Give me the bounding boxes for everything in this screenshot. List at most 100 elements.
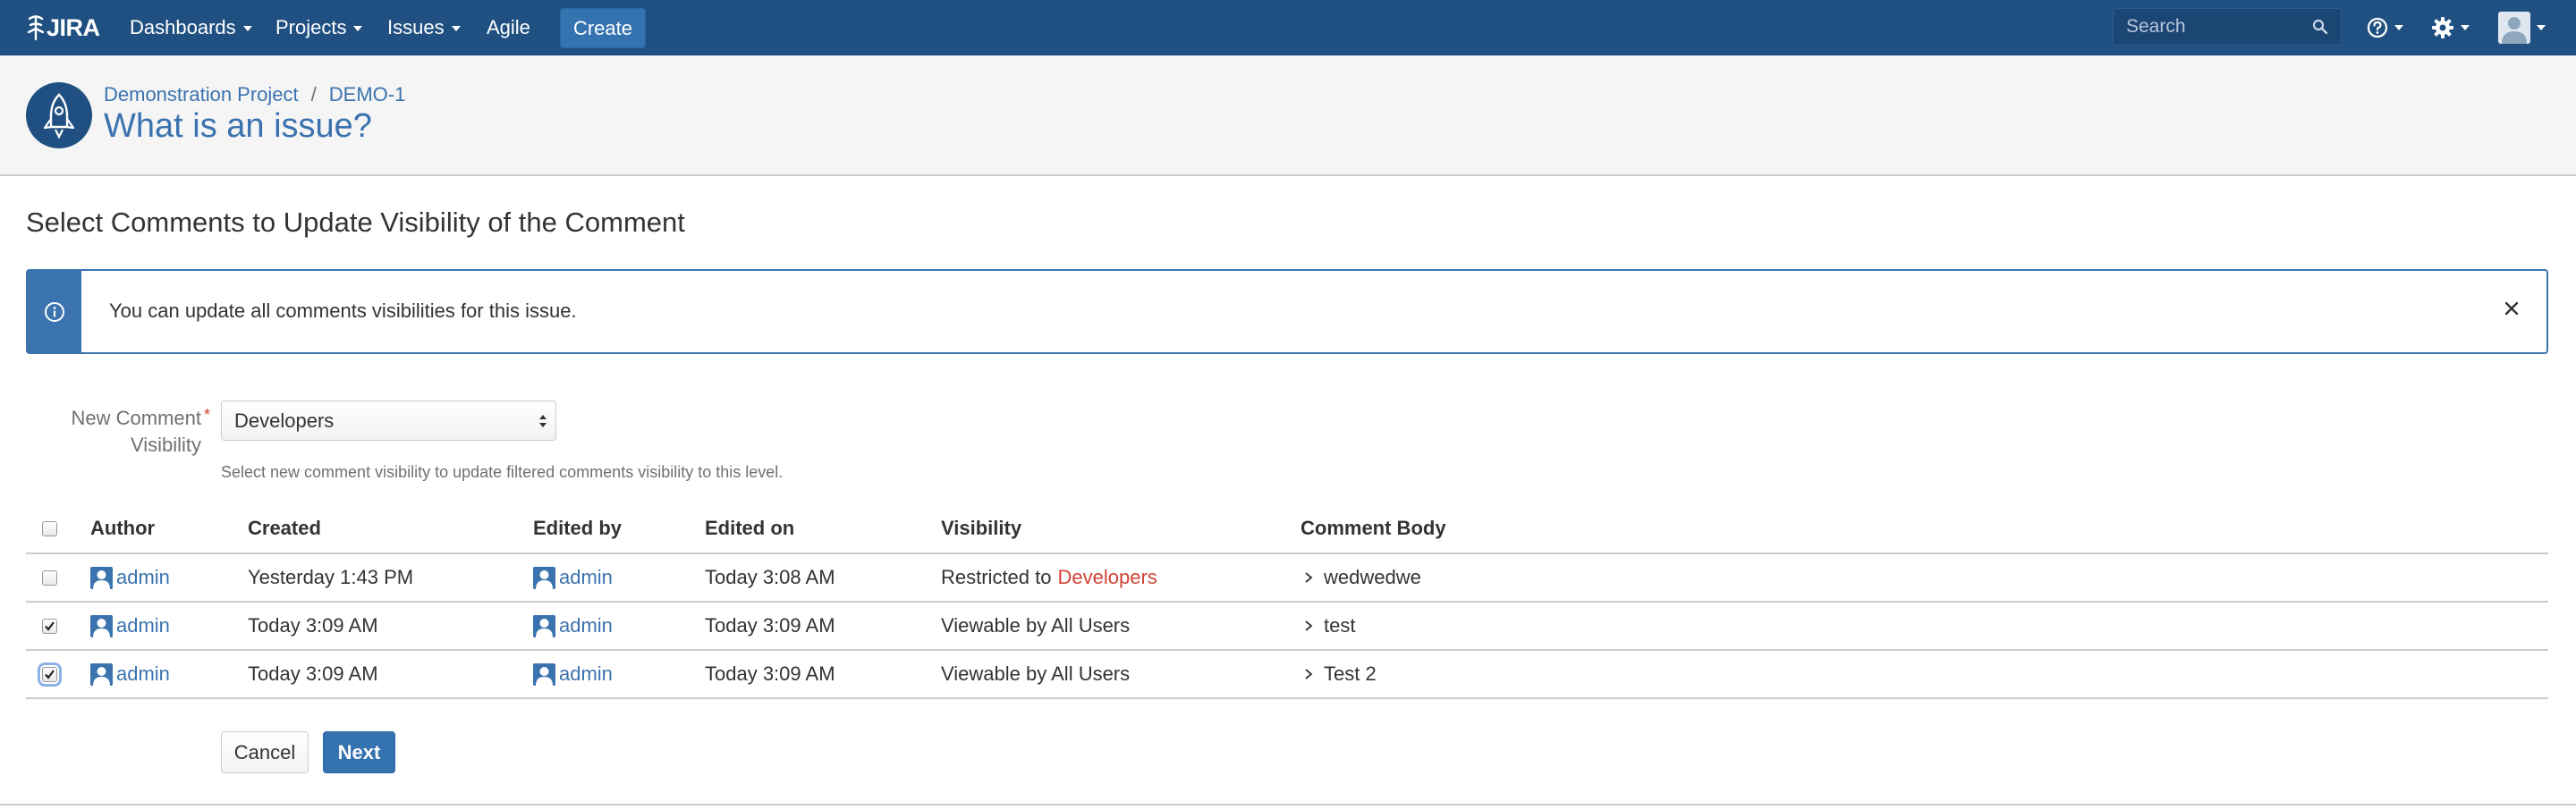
info-message-bar <box>28 271 81 352</box>
author-name: admin <box>116 614 170 637</box>
column-header-created[interactable]: Created <box>248 504 321 553</box>
next-button-label: Next <box>337 740 381 764</box>
search-box <box>2113 8 2342 46</box>
created-cell: Today 3:09 AM <box>248 614 378 637</box>
comment-body-cell: wedwedwe <box>1304 554 1421 601</box>
author-link[interactable]: admin <box>90 566 170 589</box>
column-header-comment-body[interactable]: Comment Body <box>1301 504 1446 553</box>
chevron-down-icon <box>2461 25 2470 30</box>
created-cell: Yesterday 1:43 PM <box>248 566 414 588</box>
nav-agile-label: Agile <box>487 16 530 38</box>
chevron-down-icon <box>242 26 252 31</box>
nav-projects-menu[interactable]: Projects <box>275 0 363 55</box>
cancel-button[interactable]: Cancel <box>221 731 309 773</box>
edited-by-link[interactable]: admin <box>533 662 613 686</box>
user-avatar-icon <box>90 614 113 637</box>
project-avatar[interactable] <box>26 82 92 148</box>
row-select-cell <box>42 554 57 601</box>
row-checkbox[interactable] <box>42 618 57 634</box>
chevron-down-icon <box>2537 25 2546 30</box>
section-title: Select Comments to Update Visibility of … <box>26 207 685 238</box>
comment-body-text: Test 2 <box>1324 662 1377 685</box>
help-icon <box>2367 17 2388 38</box>
settings-menu[interactable] <box>2431 0 2470 55</box>
edited-by-name: admin <box>559 662 613 685</box>
visibility-select[interactable]: Developers <box>221 401 556 441</box>
author-cell: admin <box>90 603 170 649</box>
table-header-row: Author Created Edited by Edited on Visib… <box>26 504 2548 554</box>
create-button[interactable]: Create <box>560 8 646 48</box>
cancel-button-label: Cancel <box>233 740 296 764</box>
user-profile-menu[interactable] <box>2498 0 2546 55</box>
row-select-cell <box>42 603 57 649</box>
table-row: admin Yesterday 1:43 PM admin Today 3:08… <box>26 554 2548 603</box>
breadcrumb-issue-link[interactable]: DEMO-1 <box>329 83 406 106</box>
chevron-right-icon[interactable] <box>1304 668 1313 680</box>
user-avatar-icon <box>533 614 555 637</box>
column-header-edited-on[interactable]: Edited on <box>705 504 794 553</box>
edited-on-cell: Today 3:09 AM <box>705 614 835 637</box>
gear-icon <box>2432 17 2453 38</box>
edited-by-link[interactable]: admin <box>533 566 613 589</box>
author-name: admin <box>116 566 170 588</box>
visibility-cell: Viewable by All Users <box>941 651 1130 697</box>
close-icon[interactable] <box>2504 300 2520 316</box>
rocket-icon <box>43 93 75 139</box>
checkmark-icon <box>45 669 55 679</box>
jira-logo-text: JIRA <box>47 13 100 41</box>
user-avatar-icon <box>533 566 555 589</box>
author-link[interactable]: admin <box>90 662 170 686</box>
info-icon <box>45 301 64 322</box>
visibility-cell: Restricted to Developers <box>941 554 1157 601</box>
nav-projects-label: Projects <box>275 16 347 38</box>
top-navigation-bar: JIRA Dashboards Projects Issues Agile Cr… <box>0 0 2576 55</box>
breadcrumb-project-link[interactable]: Demonstration Project <box>104 83 299 106</box>
visibility-text: Viewable by All Users <box>941 662 1131 685</box>
chevron-right-icon[interactable] <box>1304 620 1313 632</box>
edited-by-cell: admin <box>533 651 613 697</box>
select-arrows-icon <box>539 415 547 427</box>
author-name: admin <box>116 662 170 685</box>
nav-issues-menu[interactable]: Issues <box>387 0 461 55</box>
table-row: admin Today 3:09 AM admin Today 3:09 AM … <box>26 603 2548 651</box>
author-cell: admin <box>90 554 170 601</box>
edited-on-cell: Today 3:08 AM <box>705 566 835 588</box>
comment-body-text: wedwedwe <box>1324 566 1421 588</box>
info-message-text: You can update all comments visibilities… <box>109 300 577 322</box>
help-menu[interactable] <box>2367 0 2403 55</box>
nav-agile-link[interactable]: Agile <box>487 0 530 55</box>
comment-body-cell: test <box>1304 603 1355 649</box>
breadcrumb-separator: / <box>310 83 317 105</box>
visibility-label-line1: New Comment <box>71 407 201 429</box>
edited-by-name: admin <box>559 566 613 588</box>
search-icon[interactable] <box>2312 19 2328 35</box>
select-all-checkbox[interactable] <box>42 520 57 536</box>
edited-by-link[interactable]: admin <box>533 614 613 637</box>
nav-dashboards-label: Dashboards <box>130 16 236 38</box>
jira-logo[interactable]: JIRA <box>27 13 100 43</box>
info-message: You can update all comments visibilities… <box>26 269 2548 354</box>
edited-on-cell: Today 3:09 AM <box>705 662 835 685</box>
user-avatar-icon <box>90 566 113 589</box>
chevron-down-icon <box>2394 25 2403 30</box>
author-link[interactable]: admin <box>90 614 170 637</box>
column-header-edited-by[interactable]: Edited by <box>533 504 622 553</box>
column-header-author[interactable]: Author <box>90 504 155 553</box>
chevron-right-icon[interactable] <box>1304 571 1313 584</box>
search-input[interactable] <box>2126 9 2305 45</box>
row-checkbox[interactable] <box>42 570 57 586</box>
column-header-visibility[interactable]: Visibility <box>941 504 1021 553</box>
nav-dashboards-menu[interactable]: Dashboards <box>130 0 252 55</box>
table-row: admin Today 3:09 AM admin Today 3:09 AM … <box>26 651 2548 699</box>
visibility-text: Restricted to <box>941 566 1052 588</box>
row-select-cell <box>38 651 62 697</box>
next-button[interactable]: Next <box>323 731 395 773</box>
visibility-field-label: New Comment Visibility * <box>54 405 210 459</box>
page-title[interactable]: What is an issue? <box>104 107 372 146</box>
comments-table: Author Created Edited by Edited on Visib… <box>26 504 2548 699</box>
visibility-description: Select new comment visibility to update … <box>221 463 784 481</box>
edited-by-name: admin <box>559 614 613 637</box>
select-all-cell <box>42 504 57 553</box>
row-checkbox[interactable] <box>38 662 62 687</box>
visibility-label-line2: Visibility <box>130 434 201 456</box>
